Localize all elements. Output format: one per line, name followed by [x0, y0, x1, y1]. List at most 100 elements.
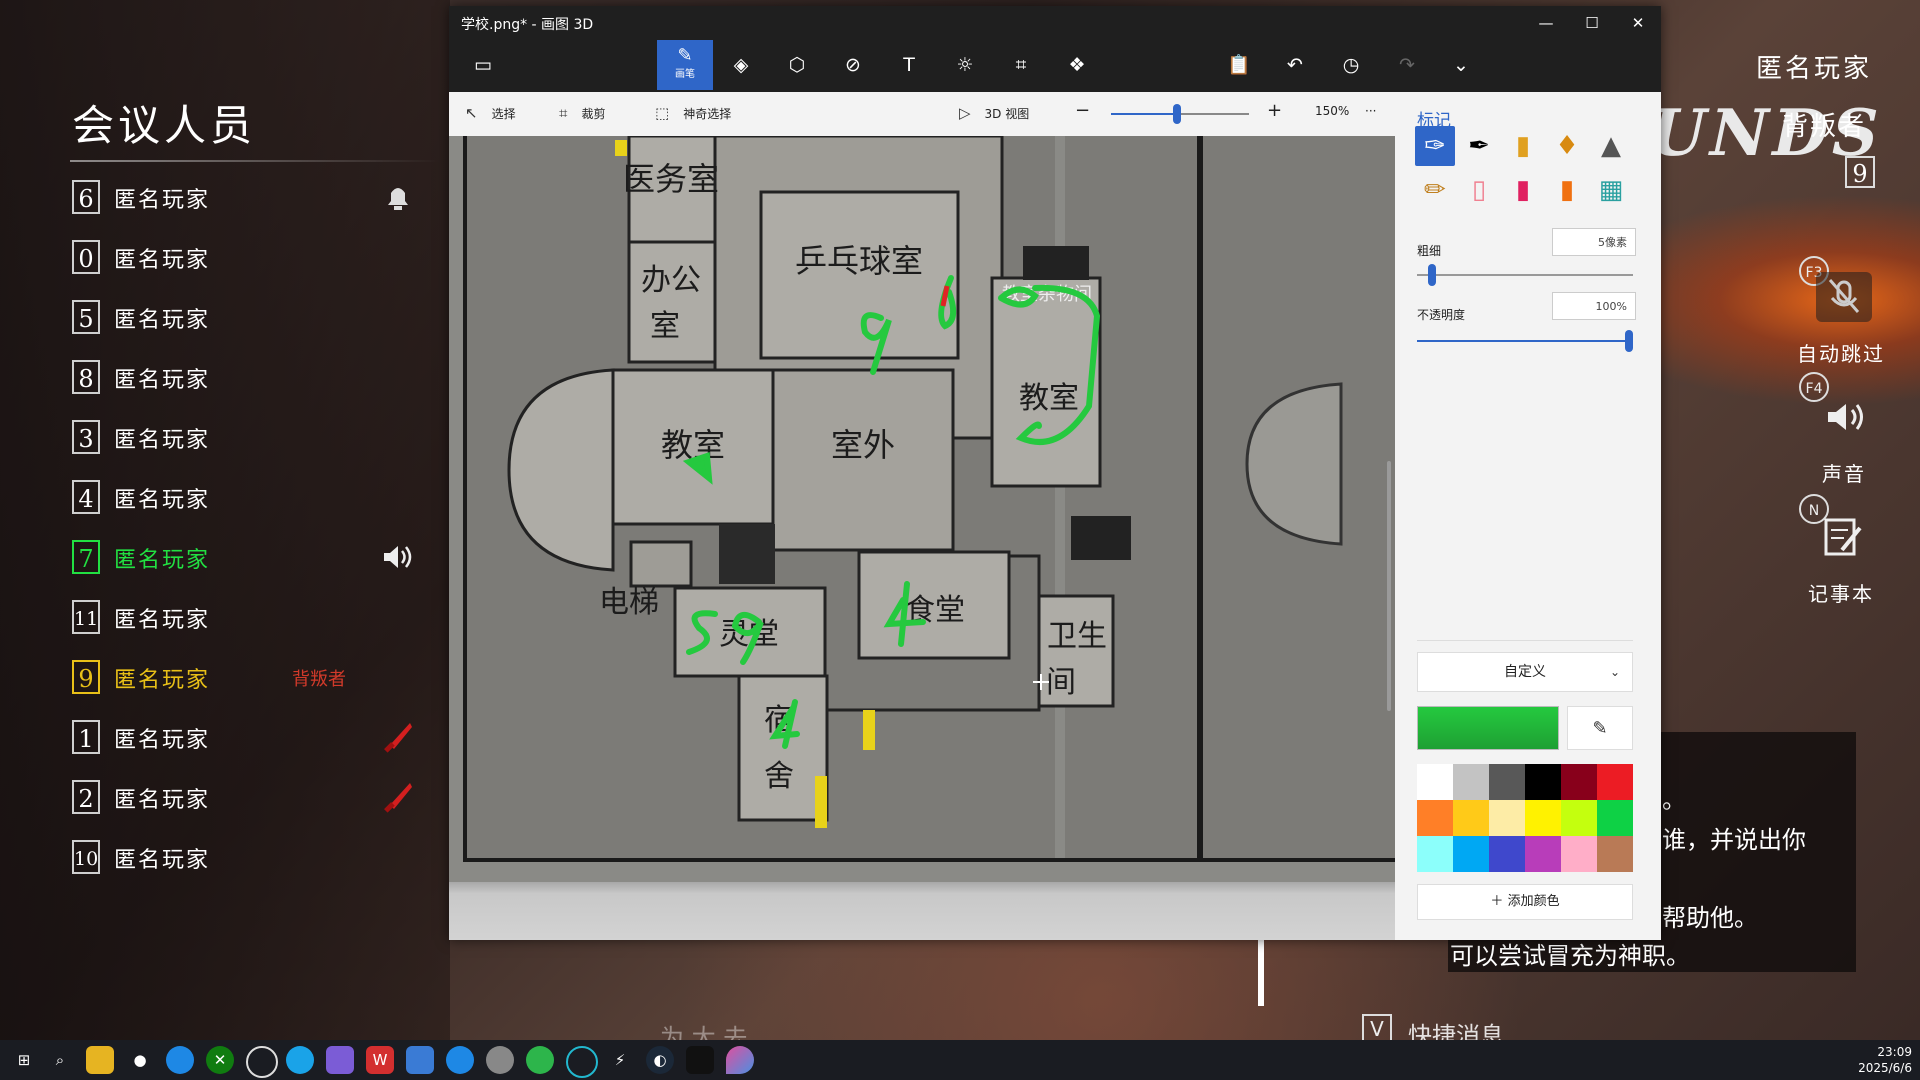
player-row[interactable]: 5 匿名玩家: [70, 297, 450, 357]
app-button[interactable]: [166, 1046, 194, 1074]
color-swatch[interactable]: [1453, 800, 1489, 836]
oil-brush[interactable]: ▮: [1503, 126, 1543, 166]
more-options-button[interactable]: ···: [1365, 104, 1376, 118]
color-swatch[interactable]: [1453, 764, 1489, 800]
steam-button[interactable]: ◐: [646, 1046, 674, 1074]
zoom-out-button[interactable]: −: [1075, 100, 1090, 121]
edge-button[interactable]: [286, 1046, 314, 1074]
brushes-tab[interactable]: ✎ 画笔: [657, 40, 713, 90]
minimize-button[interactable]: —: [1523, 6, 1569, 40]
color-swatch[interactable]: [1597, 764, 1633, 800]
crop-button[interactable]: ⌗ 裁剪: [559, 104, 605, 122]
zoom-in-button[interactable]: +: [1267, 100, 1282, 121]
xbox-button[interactable]: ✕: [206, 1046, 234, 1074]
thickness-slider[interactable]: [1417, 274, 1633, 276]
player-row[interactable]: 11 匿名玩家: [70, 597, 450, 657]
opacity-slider-thumb[interactable]: [1625, 330, 1633, 352]
app-button[interactable]: [486, 1046, 514, 1074]
redo-button[interactable]: ↷: [1379, 40, 1435, 90]
app-button[interactable]: [566, 1046, 598, 1078]
library-tab[interactable]: ❖: [1049, 40, 1105, 90]
color-swatch[interactable]: [1561, 836, 1597, 872]
color-swatch[interactable]: [1453, 836, 1489, 872]
color-swatch[interactable]: [1417, 836, 1453, 872]
player-row[interactable]: 7 匿名玩家: [70, 537, 450, 597]
notepad-button[interactable]: [1814, 512, 1870, 562]
stickers-tab[interactable]: ⊘: [825, 40, 881, 90]
color-swatch[interactable]: [1417, 764, 1453, 800]
shapes-3d-tab[interactable]: ⬡: [769, 40, 825, 90]
eraser-brush[interactable]: ▯: [1459, 170, 1499, 210]
color-swatch[interactable]: [1525, 800, 1561, 836]
paint3d-taskbar-button[interactable]: [726, 1046, 754, 1074]
app-button[interactable]: ⚡: [606, 1046, 634, 1074]
maximize-button[interactable]: ☐: [1569, 6, 1615, 40]
thickness-input[interactable]: 5像素: [1552, 228, 1636, 256]
close-button[interactable]: ✕: [1615, 6, 1661, 40]
player-row[interactable]: 1 匿名玩家: [70, 717, 450, 777]
canvas-tab[interactable]: ⌗: [993, 40, 1049, 90]
pencil-brush[interactable]: ✏: [1415, 170, 1455, 210]
magic-select-button[interactable]: ⬚ 神奇选择: [655, 104, 731, 122]
player-row[interactable]: 3 匿名玩家: [70, 417, 450, 477]
app-button[interactable]: [406, 1046, 434, 1074]
history-button[interactable]: ◷: [1323, 40, 1379, 90]
spray-can-brush[interactable]: ▮: [1547, 170, 1587, 210]
search-button[interactable]: ⌕: [46, 1046, 74, 1074]
paste-button[interactable]: 📋: [1211, 40, 1267, 90]
crayon-brush[interactable]: ▮: [1503, 170, 1543, 210]
thickness-slider-thumb[interactable]: [1427, 264, 1436, 286]
color-swatch[interactable]: [1525, 764, 1561, 800]
watercolor-brush[interactable]: ♦: [1547, 126, 1587, 166]
player-row[interactable]: 8 匿名玩家: [70, 357, 450, 417]
sound-button[interactable]: [1816, 392, 1872, 442]
effects-tab[interactable]: ☼: [937, 40, 993, 90]
m365-button[interactable]: [326, 1046, 354, 1074]
player-row[interactable]: 0 匿名玩家: [70, 237, 450, 297]
calligraphy-pen-brush[interactable]: ✒: [1459, 126, 1499, 166]
player-row[interactable]: 9 匿名玩家 背叛者: [70, 657, 450, 717]
shapes-2d-tab[interactable]: ◈: [713, 40, 769, 90]
color-swatch[interactable]: [1561, 800, 1597, 836]
color-swatch[interactable]: [1597, 836, 1633, 872]
add-color-button[interactable]: ＋ 添加颜色: [1417, 884, 1633, 920]
player-row[interactable]: 4 匿名玩家: [70, 477, 450, 537]
color-swatch[interactable]: [1489, 764, 1525, 800]
color-swatch[interactable]: [1525, 836, 1561, 872]
palette-dropdown[interactable]: 自定义 ⌄: [1417, 652, 1633, 692]
select-button[interactable]: ↖ 选择: [465, 104, 516, 122]
current-color[interactable]: [1417, 706, 1559, 750]
color-swatch[interactable]: [1561, 764, 1597, 800]
opacity-slider[interactable]: [1417, 340, 1633, 342]
zoom-slider-thumb[interactable]: [1173, 104, 1181, 124]
opacity-input[interactable]: 100%: [1552, 292, 1636, 320]
app-button[interactable]: [246, 1046, 278, 1078]
color-swatch[interactable]: [1489, 836, 1525, 872]
undo-button[interactable]: ↶: [1267, 40, 1323, 90]
school-map[interactable]: 医务室 办公 室 乒乓球室 教室杂物间 教室 室外 教室 电梯 灵堂 食堂 卫生…: [449, 136, 1395, 882]
auto-skip-button[interactable]: [1816, 272, 1872, 322]
fill-bucket-brush[interactable]: ▦: [1591, 170, 1631, 210]
wps-button[interactable]: W: [366, 1046, 394, 1074]
text-tab[interactable]: T: [881, 40, 937, 90]
wechat-button[interactable]: [526, 1046, 554, 1074]
pixel-pen-brush[interactable]: ▲: [1591, 126, 1631, 166]
view-3d-button[interactable]: ▷ 3D 视图: [959, 104, 1029, 122]
canvas-scrollbar[interactable]: [1387, 461, 1391, 711]
player-row[interactable]: 10 匿名玩家: [70, 837, 450, 897]
expand-button[interactable]: ⌄: [1433, 40, 1489, 90]
color-swatch[interactable]: [1597, 800, 1633, 836]
menu-button[interactable]: ▭: [455, 40, 511, 90]
qq-button[interactable]: ●: [126, 1046, 154, 1074]
color-swatch[interactable]: [1489, 800, 1525, 836]
player-row[interactable]: 6 匿名玩家: [70, 177, 450, 237]
app-button[interactable]: [446, 1046, 474, 1074]
marker-brush[interactable]: ✑: [1415, 126, 1455, 166]
start-button[interactable]: ⊞: [10, 1046, 38, 1074]
eyedropper-button[interactable]: ✎: [1567, 706, 1633, 750]
canvas-area[interactable]: 医务室 办公 室 乒乓球室 教室杂物间 教室 室外 教室 电梯 灵堂 食堂 卫生…: [449, 136, 1395, 940]
file-explorer-button[interactable]: [86, 1046, 114, 1074]
color-swatch[interactable]: [1417, 800, 1453, 836]
game-button[interactable]: [686, 1046, 714, 1074]
player-row[interactable]: 2 匿名玩家: [70, 777, 450, 837]
